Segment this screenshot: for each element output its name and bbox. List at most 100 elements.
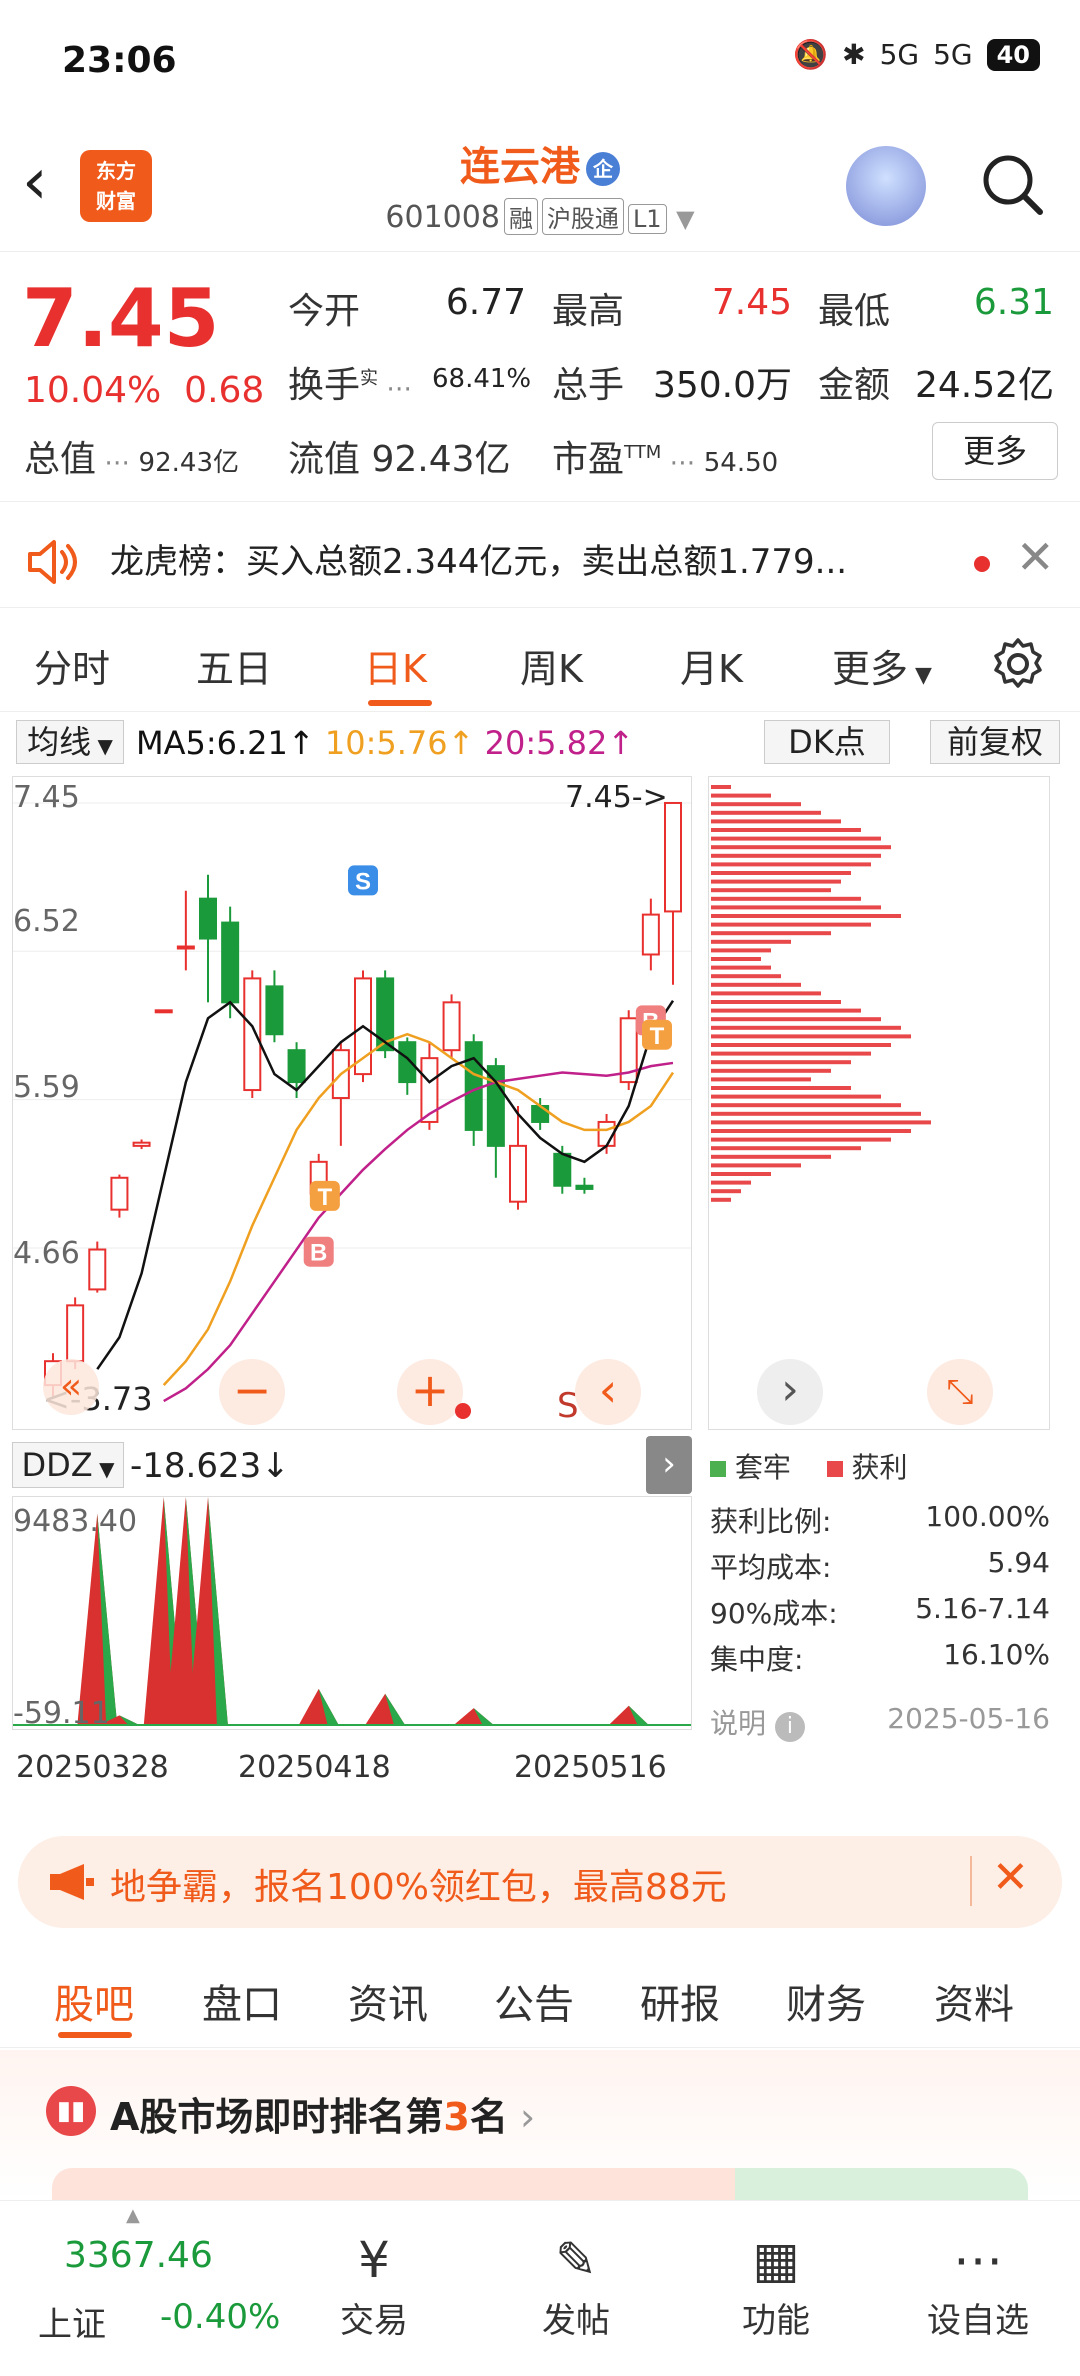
chevron-up-icon[interactable]: ▲ <box>126 2205 140 2226</box>
chip-bar <box>711 793 771 798</box>
candle-body <box>176 945 195 950</box>
ma-selector[interactable]: 均线 ▼ <box>16 720 124 764</box>
index-name[interactable]: 上证 <box>38 2297 106 2346</box>
float-label: 流值 92.43亿 <box>288 439 511 480</box>
ddz-chart[interactable]: 9483.40 -59.11 <box>12 1496 692 1730</box>
ranking-text: A股市场即时排名第3名 › <box>110 2095 536 2139</box>
profit-swatch <box>826 1461 843 1477</box>
last-price-label: 7.45-> <box>565 780 668 815</box>
chip-bar <box>711 1025 901 1030</box>
chip-bar <box>711 896 861 901</box>
ranking-card[interactable]: ▮▮ A股市场即时排名第3名 › <box>0 2050 1080 2208</box>
x-tick-1: 20250418 <box>238 1750 391 1785</box>
chip-next-button[interactable]: › <box>757 1359 823 1425</box>
candle-body <box>265 985 284 1036</box>
chip-bar <box>711 1103 901 1108</box>
expand-icon[interactable]: ⤡ <box>927 1359 993 1425</box>
banner-close-icon[interactable]: ✕ <box>992 1852 1029 1903</box>
tab-daily-k[interactable]: 日K <box>364 638 427 693</box>
float-value: 92.43亿 <box>371 439 511 480</box>
kline-chart[interactable]: SBTBT 7.45 6.52 5.59 4.66 7.45-> <-3.73 … <box>12 776 692 1430</box>
chip-bar <box>711 1000 841 1004</box>
candle-body <box>509 1144 527 1203</box>
tab-guba[interactable]: 股吧 <box>54 1972 134 2030</box>
chip-distribution[interactable]: › ⤡ <box>708 776 1050 1430</box>
tab-monthly-k[interactable]: 月K <box>680 638 743 693</box>
status-icons: 🔕 ✱ 5G 5G 40 <box>793 38 1040 71</box>
chip-bar <box>711 888 831 893</box>
tab-announce[interactable]: 公告 <box>494 1972 574 2030</box>
nav-watchlist[interactable]: ⋯ 设自选 <box>908 2227 1048 2342</box>
change-amt: 0.68 <box>184 370 265 411</box>
nav-trade[interactable]: ¥ 交易 <box>304 2227 444 2342</box>
chip-bar <box>711 922 871 927</box>
chip-legend: 套牢 获利 <box>710 1446 907 1486</box>
search-icon[interactable] <box>978 150 1046 218</box>
chip-bar <box>711 957 761 961</box>
chip-bar <box>711 1034 911 1039</box>
signal-icon: 5G <box>879 38 920 71</box>
dk-point-selector[interactable]: DK点 <box>764 720 890 764</box>
tab-news[interactable]: 资讯 <box>348 1972 428 2030</box>
chip-bar <box>711 1120 931 1125</box>
tab-weekly-k[interactable]: 周K <box>520 638 583 693</box>
tab-research[interactable]: 研报 <box>640 1972 720 2030</box>
candle-body <box>398 1041 417 1084</box>
tab-pankou[interactable]: 盘口 <box>202 1972 282 2030</box>
close-icon[interactable]: ✕ <box>1016 530 1055 584</box>
chip-bar <box>711 1137 891 1142</box>
zoom-out-button[interactable]: − <box>219 1359 285 1425</box>
tab-finance[interactable]: 财务 <box>786 1972 866 2030</box>
chip-bar <box>711 785 731 789</box>
tab-more[interactable]: 更多 ▼ <box>832 638 932 693</box>
candle-body <box>199 897 217 940</box>
chip-bar <box>711 931 831 936</box>
banner-divider <box>970 1856 972 1906</box>
chip-bar <box>711 836 881 841</box>
trade-icon: ¥ <box>358 2231 390 2289</box>
chip-bar <box>711 914 901 918</box>
cost90-row: 90%成本: 5.16-7.14 <box>710 1592 1050 1630</box>
status-time: 23:06 <box>62 40 177 81</box>
promo-banner[interactable]: 地争霸，报名100%领红包，最高88元 ✕ <box>18 1836 1062 1928</box>
x-axis-dates: 20250328 20250418 20250516 <box>12 1750 692 1786</box>
scroll-left-button[interactable]: ‹ <box>575 1359 641 1425</box>
tab-profile[interactable]: 资料 <box>934 1972 1014 2030</box>
chip-bar <box>711 1086 851 1090</box>
tab-intraday[interactable]: 分时 <box>34 638 110 693</box>
candle-body <box>88 1248 107 1291</box>
index-value[interactable]: 3367.46 <box>64 2235 213 2276</box>
gear-icon[interactable] <box>990 636 1046 692</box>
ma10-value: 10:5.76 <box>324 724 448 762</box>
tab-5day[interactable]: 五日 <box>196 638 272 693</box>
turnover-value: 68.41% <box>432 364 532 394</box>
notice-bar[interactable]: 龙虎榜：买入总额2.344亿元，卖出总额1.779... ✕ <box>0 508 1080 608</box>
adjust-selector[interactable]: 前复权 <box>930 720 1060 764</box>
explain-row[interactable]: 说明 i 2025-05-16 <box>710 1702 1050 1742</box>
change-row: 10.04% 0.68 <box>24 370 264 411</box>
candle-body <box>442 1001 461 1052</box>
chip-bar <box>711 1154 831 1159</box>
content-tabs: 股吧 盘口 资讯 公告 研报 财务 资料 <box>0 1948 1080 2048</box>
nav-post[interactable]: ✎ 发帖 <box>506 2227 646 2342</box>
chip-bar <box>711 982 801 987</box>
chip-bar <box>711 974 781 979</box>
banner-text: 地争霸，报名100%领红包，最高88元 <box>110 1867 727 1908</box>
signal-dot <box>455 1403 471 1419</box>
index-change[interactable]: -0.40% <box>160 2297 280 2337</box>
ddz-y-max: 9483.40 <box>13 1504 138 1539</box>
candle-body <box>243 977 262 1092</box>
low-label: 最低 <box>818 291 891 332</box>
chip-bar <box>711 1017 881 1022</box>
indicator-row: DDZ ▼ -18.623↓ › <box>0 1436 700 1496</box>
chip-bar <box>711 1146 861 1151</box>
assistant-avatar[interactable] <box>846 146 926 226</box>
nav-function[interactable]: ▦ 功能 <box>706 2227 846 2342</box>
chip-bar <box>711 1197 731 1202</box>
indicator-selector[interactable]: DDZ ▼ <box>12 1442 124 1488</box>
candle-body <box>664 801 682 913</box>
prev-page-button[interactable]: « <box>43 1359 99 1415</box>
more-button[interactable]: 更多 <box>932 422 1058 480</box>
chevron-right-icon[interactable]: › <box>646 1436 692 1494</box>
zoom-in-button[interactable]: + <box>397 1359 463 1425</box>
